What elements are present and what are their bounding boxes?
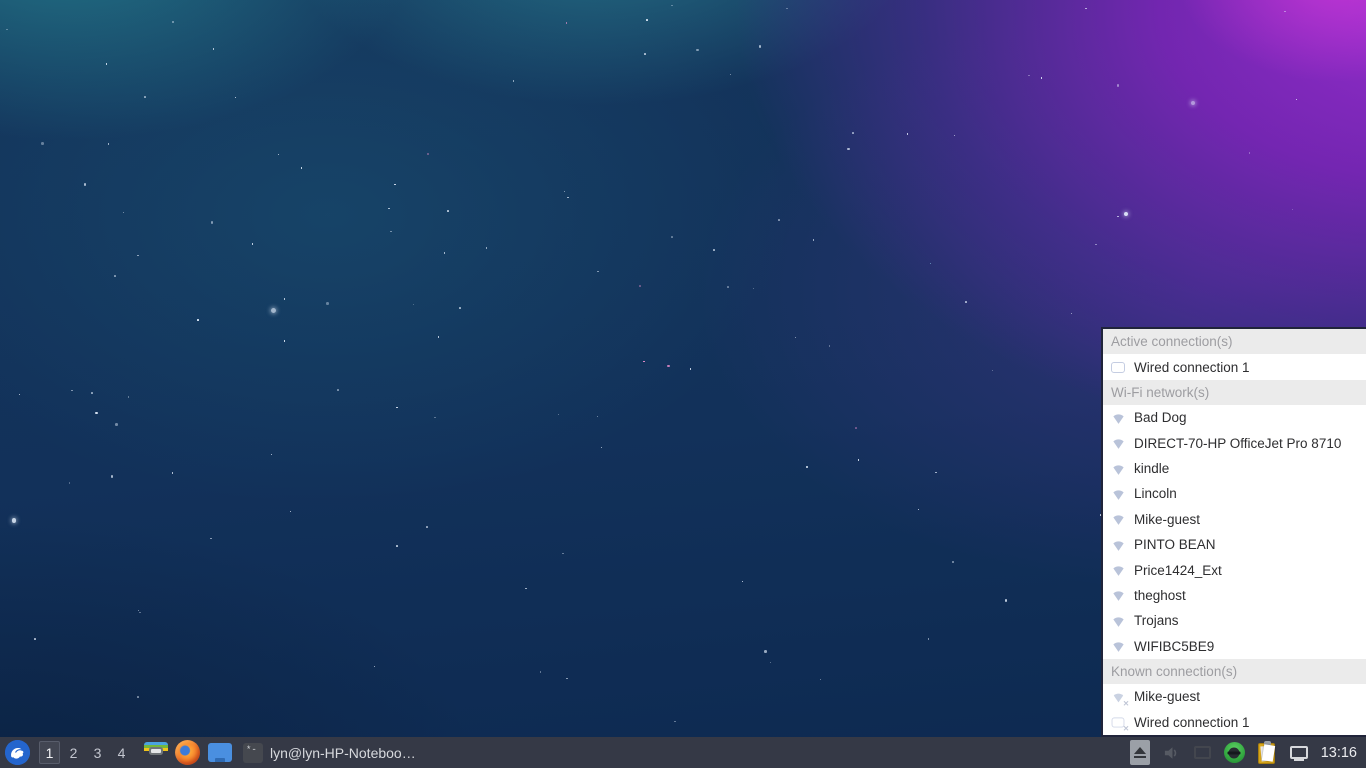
display-launcher[interactable] <box>207 740 232 765</box>
workspace-button-4[interactable]: 4 <box>111 741 132 764</box>
network-menu-item[interactable]: ✕ Wired connection 1 <box>1103 710 1366 735</box>
network-menu-item[interactable]: ✕ Mike-guest <box>1103 684 1366 709</box>
network-menu-item[interactable]: Mike-guest <box>1103 507 1366 532</box>
network-item-label: WIFIBC5BE9 <box>1134 639 1214 654</box>
firefox-launcher[interactable] <box>175 740 200 765</box>
network-menu-item[interactable]: Wired connection 1 <box>1103 354 1366 379</box>
quick-launch <box>143 740 232 765</box>
network-item-label: Mike-guest <box>1134 689 1200 704</box>
workspace-button-1[interactable]: 1 <box>39 741 60 764</box>
network-item-label: Bad Dog <box>1134 410 1187 425</box>
wifi-icon <box>1110 511 1126 527</box>
workspace-button-2[interactable]: 2 <box>63 741 84 764</box>
volume-icon[interactable] <box>1163 745 1181 761</box>
network-menu-item[interactable]: Bad Dog <box>1103 405 1366 430</box>
lubuntu-logo-icon <box>5 740 30 765</box>
display-icon <box>208 743 232 762</box>
network-menu-item[interactable]: Price1424_Ext <box>1103 557 1366 582</box>
x-badge-icon: ✕ <box>1123 726 1129 733</box>
network-menu-item[interactable]: DIRECT-70-HP OfficeJet Pro 8710 <box>1103 431 1366 456</box>
task-button-terminal[interactable]: *- lyn@lyn-HP-Noteboo… <box>243 743 416 763</box>
workspace-button-3[interactable]: 3 <box>87 741 108 764</box>
network-menu-item[interactable]: Trojans <box>1103 608 1366 633</box>
network-icon[interactable] <box>1290 746 1308 759</box>
x-badge-icon: ✕ <box>1123 701 1129 708</box>
wifi-icon <box>1110 537 1126 553</box>
workspace-pager: 1234 <box>39 741 132 764</box>
network-item-label: Price1424_Ext <box>1134 563 1222 578</box>
status-green-icon[interactable] <box>1224 742 1245 763</box>
wifi-icon <box>1110 435 1126 451</box>
network-item-label: theghost <box>1134 588 1186 603</box>
wired-icon <box>1110 359 1126 375</box>
network-menu-item[interactable]: theghost <box>1103 583 1366 608</box>
network-menu-item[interactable]: PINTO BEAN <box>1103 532 1366 557</box>
wifi-icon <box>1110 613 1126 629</box>
clock[interactable]: 13:16 <box>1321 745 1357 761</box>
network-item-label: Mike-guest <box>1134 512 1200 527</box>
eject-icon[interactable] <box>1130 740 1150 765</box>
wifi-icon <box>1110 486 1126 502</box>
wifi-icon <box>1110 461 1126 477</box>
network-item-label: Wired connection 1 <box>1134 360 1250 375</box>
file-manager-icon <box>144 742 168 764</box>
network-item-label: Wired connection 1 <box>1134 715 1250 730</box>
network-item-label: kindle <box>1134 461 1169 476</box>
section-header: Wi-Fi network(s) <box>1103 380 1366 405</box>
network-item-label: PINTO BEAN <box>1134 537 1216 552</box>
section-header: Known connection(s) <box>1103 659 1366 684</box>
system-tray <box>1130 740 1308 765</box>
network-item-label: Lincoln <box>1134 486 1177 501</box>
network-menu-item[interactable]: kindle <box>1103 456 1366 481</box>
monitor-dim-icon[interactable] <box>1194 746 1211 759</box>
taskbar: 1234 *- lyn@lyn-HP-Noteboo… 13:16 <box>0 737 1366 768</box>
wifi-icon <box>1110 587 1126 603</box>
app-menu-button[interactable] <box>5 740 30 765</box>
clipboard-icon[interactable] <box>1258 742 1277 764</box>
wifi-icon <box>1110 638 1126 654</box>
network-manager-menu: Active connection(s) Wired connection 1 Wi… <box>1101 327 1366 737</box>
firefox-icon <box>175 740 200 765</box>
terminal-icon: *- <box>243 743 263 763</box>
network-menu-item[interactable]: WIFIBC5BE9 <box>1103 634 1366 659</box>
network-menu-item[interactable]: Lincoln <box>1103 481 1366 506</box>
wifi-icon: ✕ <box>1111 690 1126 705</box>
wifi-icon <box>1110 410 1126 426</box>
file-manager-launcher[interactable] <box>143 740 168 765</box>
section-header: Active connection(s) <box>1103 329 1366 354</box>
wifi-icon <box>1110 562 1126 578</box>
network-item-label: Trojans <box>1134 613 1179 628</box>
wired-icon: ✕ <box>1111 715 1126 730</box>
task-button-label: lyn@lyn-HP-Noteboo… <box>270 745 416 761</box>
network-item-label: DIRECT-70-HP OfficeJet Pro 8710 <box>1134 436 1341 451</box>
